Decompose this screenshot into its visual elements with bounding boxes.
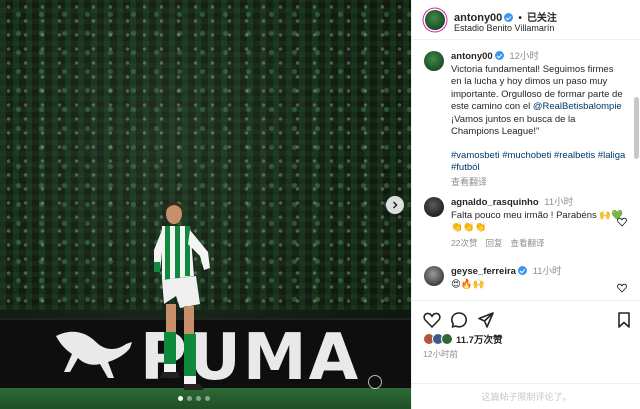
post-actions: 11.7万次赞 12小时前 这篇帖子限制评论了。 — [412, 300, 640, 409]
comment-body: geyse_ferreira 11小时 😍🔥🙌 — [451, 266, 626, 291]
watermark-icon — [368, 375, 382, 389]
comment-time: 11小时 — [544, 197, 574, 208]
comments-scrollbar[interactable] — [634, 97, 639, 159]
post-timestamp[interactable]: 12小时前 — [423, 348, 458, 360]
caption-username[interactable]: antony00 — [451, 51, 493, 62]
post-detail-panel: antony00 • 已关注 Estadio Benito Villamarín… — [411, 0, 640, 409]
carousel-dot-active — [178, 396, 183, 401]
comment-translate-link[interactable]: 查看翻译 — [510, 238, 544, 248]
caption-text-part: ¡Vamos juntos en busca de la Champions L… — [451, 113, 576, 138]
likes-summary[interactable]: 11.7万次赞 — [423, 332, 502, 346]
author-avatar[interactable] — [425, 10, 445, 30]
next-slide-button[interactable] — [386, 196, 404, 214]
share-send-icon[interactable] — [477, 311, 495, 329]
comments-section[interactable]: antony00 12小时 Victoria fundamental! Segu… — [412, 41, 640, 299]
comment-meta: 22次赞 回复 查看翻译 — [451, 237, 626, 250]
verified-badge-icon — [494, 51, 504, 60]
verified-badge-icon — [517, 266, 527, 275]
comment-username[interactable]: agnaldo_rasquinho — [451, 197, 539, 208]
action-icons — [423, 311, 633, 329]
puma-cat-logo — [56, 331, 132, 378]
post-location[interactable]: Estadio Benito Villamarín — [454, 23, 554, 33]
carousel-indicators — [178, 396, 210, 401]
comment-body: agnaldo_rasquinho 11小时 Falta pouco meu i… — [451, 197, 626, 249]
comment-avatar[interactable] — [424, 266, 444, 286]
comment-bubble-icon[interactable] — [450, 311, 468, 329]
post-image[interactable]: PUMA — [0, 0, 411, 409]
like-heart-icon[interactable] — [423, 311, 441, 329]
comment-reply-button[interactable]: 回复 — [485, 238, 502, 248]
caption-avatar[interactable] — [424, 51, 444, 71]
player-figure — [154, 202, 210, 390]
hashtags[interactable]: #vamosbeti #muchobeti #realbetis #laliga… — [451, 150, 626, 175]
mention-link[interactable]: @RealBetisbalompie — [533, 101, 622, 112]
comment-avatar[interactable] — [424, 197, 444, 217]
caption-text: Victoria fundamental! Seguimos firmes en… — [451, 64, 626, 139]
verified-badge-icon — [504, 13, 514, 22]
like-comment-heart-icon[interactable] — [617, 217, 627, 227]
caption-body: antony00 12小时 Victoria fundamental! Segu… — [451, 51, 626, 188]
like-comment-heart-icon[interactable] — [617, 283, 627, 293]
comment-likes[interactable]: 22次赞 — [451, 238, 477, 248]
likes-count[interactable]: 11.7万次赞 — [456, 332, 502, 346]
author-line: antony00 • 已关注 — [454, 9, 557, 24]
carousel-dot — [196, 396, 201, 401]
carousel-dot — [187, 396, 192, 401]
liker-avatar — [441, 333, 453, 345]
caption-time: 12小时 — [509, 51, 539, 62]
carousel-dot — [205, 396, 210, 401]
comment-text: Falta pouco meu irmão ! Parabéns 🙌💚👏👏👏 — [451, 209, 624, 234]
save-bookmark-icon[interactable] — [615, 311, 633, 329]
comment-time: 11小时 — [532, 266, 562, 277]
chevron-right-icon — [392, 201, 398, 209]
caption-translate-link[interactable]: 查看翻译 — [451, 176, 626, 189]
comment-username[interactable]: geyse_ferreira — [451, 266, 516, 277]
comment-text: 😍🔥🙌 — [451, 278, 485, 290]
post-header: antony00 • 已关注 Estadio Benito Villamarín — [412, 0, 640, 40]
comments-limited-notice: 这篇帖子限制评论了。 — [412, 383, 640, 403]
